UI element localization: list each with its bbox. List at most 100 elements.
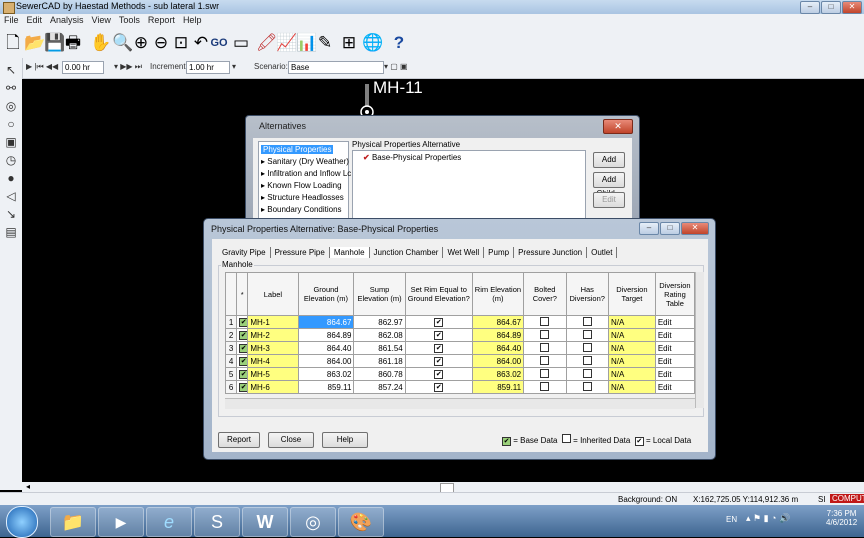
increment-field[interactable]: 1.00 hr [186,61,230,74]
scenario-select[interactable]: Base [288,61,384,74]
tab-manhole[interactable]: Manhole [329,247,370,258]
set-rim-checkbox[interactable]: ✔ [404,328,473,342]
has-diversion-checkbox[interactable] [565,315,609,329]
element-manager-icon[interactable]: ⊞ [340,34,358,52]
globe-icon[interactable]: 🌐 [362,34,383,52]
new-file-icon[interactable]: 🗋 [4,34,22,52]
label-cell[interactable]: MH-5 [247,367,299,381]
profile-icon[interactable]: 📈 [276,34,297,52]
set-rim-checkbox[interactable]: ✔ [404,341,473,355]
pressure-pipe-icon[interactable]: ↘ [3,206,19,222]
menu-file[interactable]: File [0,14,23,25]
frame-icon[interactable]: ▭ [232,34,250,52]
media-icon[interactable]: ▶ [98,507,144,537]
diversion-table-cell[interactable]: Edit [654,341,696,355]
diversion-target-cell[interactable]: N/A [607,380,656,394]
compute-button[interactable]: COMPUTE [830,494,864,503]
maximize-button[interactable]: □ [821,1,841,14]
diversion-table-cell[interactable]: Edit [654,367,696,381]
row-number[interactable]: 4 [224,354,238,368]
set-rim-checkbox[interactable]: ✔ [404,354,473,368]
diversion-table-cell[interactable]: Edit [654,380,696,394]
sump-elevation-cell[interactable]: 862.08 [353,328,406,342]
has-diversion-checkbox[interactable] [565,367,609,381]
tree-item-infiltration[interactable]: ▸ Infiltration and Inflow Lc [261,169,351,178]
tab-outlet[interactable]: Outlet [587,247,618,258]
junction-icon[interactable]: ○ [3,116,19,132]
time-field[interactable]: 0.00 hr [62,61,104,74]
diversion-target-cell[interactable]: N/A [607,315,656,329]
bolted-cover-checkbox[interactable] [523,380,567,394]
ground-elevation-cell[interactable]: 864.67 [297,315,355,329]
row-checkbox[interactable]: ✔ [236,328,249,342]
tree-item-headlosses[interactable]: ▸ Structure Headlosses [261,193,344,202]
tab-wet-well[interactable]: Wet Well [443,247,485,258]
zoom-out-icon[interactable]: ⊖ [152,34,170,52]
bolted-cover-checkbox[interactable] [523,315,567,329]
ground-elevation-cell[interactable]: 864.89 [297,328,355,342]
header-bolted[interactable]: Bolted Cover? [523,272,567,316]
ground-elevation-cell[interactable]: 864.00 [297,354,355,368]
text-annotation-icon[interactable]: ▤ [3,224,19,240]
menu-report[interactable]: Report [144,14,179,25]
close-button[interactable]: ✕ [603,119,633,134]
set-rim-checkbox[interactable]: ✔ [404,380,473,394]
tree-item-boundary[interactable]: ▸ Boundary Conditions [261,205,342,214]
minimize-button[interactable]: – [639,222,659,235]
row-checkbox[interactable]: ✔ [236,367,249,381]
tab-pressure-junction[interactable]: Pressure Junction [514,247,588,258]
table-row[interactable]: 2 ✔ MH-2 864.89 862.08 ✔ 864.89 N/A Edit [224,328,696,342]
diversion-target-cell[interactable]: N/A [607,328,656,342]
pressure-junction-icon[interactable]: ● [3,170,19,186]
table-row[interactable]: 6 ✔ MH-6 859.11 857.24 ✔ 859.11 N/A Edit [224,380,696,394]
rim-elevation-cell[interactable]: 859.11 [471,380,525,394]
sewercad-taskbar-icon[interactable]: S [194,507,240,537]
annotation-icon[interactable]: ✎ [316,34,334,52]
ground-elevation-cell[interactable]: 864.40 [297,341,355,355]
sump-elevation-cell[interactable]: 861.18 [353,354,406,368]
tree-item-sanitary[interactable]: ▸ Sanitary (Dry Weather) [261,157,349,166]
header-ground[interactable]: Ground Elevation (m) [297,272,355,316]
pan-hand-icon[interactable]: ✋ [90,34,111,52]
list-item[interactable]: ✔ Base-Physical Properties [363,153,461,162]
pipe-layout-icon[interactable]: ⚯ [3,80,19,96]
sump-elevation-cell[interactable]: 857.24 [353,380,406,394]
diversion-target-cell[interactable]: N/A [607,367,656,381]
menu-edit[interactable]: Edit [23,14,47,25]
row-number[interactable]: 5 [224,367,238,381]
tab-pump[interactable]: Pump [484,247,515,258]
scenario-icons[interactable]: ▾ ▢ ▣ [384,62,408,71]
ground-elevation-cell[interactable]: 863.02 [297,367,355,381]
play-controls[interactable]: ▶ |⏮ ◀◀ [26,62,58,72]
label-cell[interactable]: MH-3 [247,341,299,355]
save-icon[interactable]: 💾 [44,34,65,52]
row-number[interactable]: 3 [224,341,238,355]
table-row[interactable]: 4 ✔ MH-4 864.00 861.18 ✔ 864.00 N/A Edit [224,354,696,368]
bolted-cover-checkbox[interactable] [523,328,567,342]
sump-elevation-cell[interactable]: 860.78 [353,367,406,381]
header-div-target[interactable]: Diversion Target [607,272,656,316]
help-icon[interactable]: ? [390,34,408,52]
rim-elevation-cell[interactable]: 864.67 [471,315,525,329]
set-rim-checkbox[interactable]: ✔ [404,367,473,381]
add-button[interactable]: Add [593,152,625,168]
sump-elevation-cell[interactable]: 862.97 [353,315,406,329]
header-div-table[interactable]: Diversion Rating Table [654,272,696,316]
tab-gravity-pipe[interactable]: Gravity Pipe [218,247,271,258]
has-diversion-checkbox[interactable] [565,341,609,355]
has-diversion-checkbox[interactable] [565,380,609,394]
diversion-table-cell[interactable]: Edit [654,328,696,342]
bolted-cover-checkbox[interactable] [523,341,567,355]
tree-item-physical[interactable]: Physical Properties [261,145,334,154]
row-checkbox[interactable]: ✔ [236,341,249,355]
edit-button[interactable]: Edit [593,192,625,208]
print-icon[interactable]: 🖶 [64,34,82,52]
canvas-scrollbar[interactable]: ◂ [22,482,864,493]
zoom-previous-icon[interactable]: ↶ [192,34,210,52]
zoom-in-icon[interactable]: ⊕ [132,34,150,52]
menu-analysis[interactable]: Analysis [46,14,88,25]
tab-pressure-pipe[interactable]: Pressure Pipe [271,247,330,258]
rim-elevation-cell[interactable]: 864.89 [471,328,525,342]
maximize-button[interactable]: □ [660,222,680,235]
header-rim[interactable]: Rim Elevation (m) [471,272,525,316]
